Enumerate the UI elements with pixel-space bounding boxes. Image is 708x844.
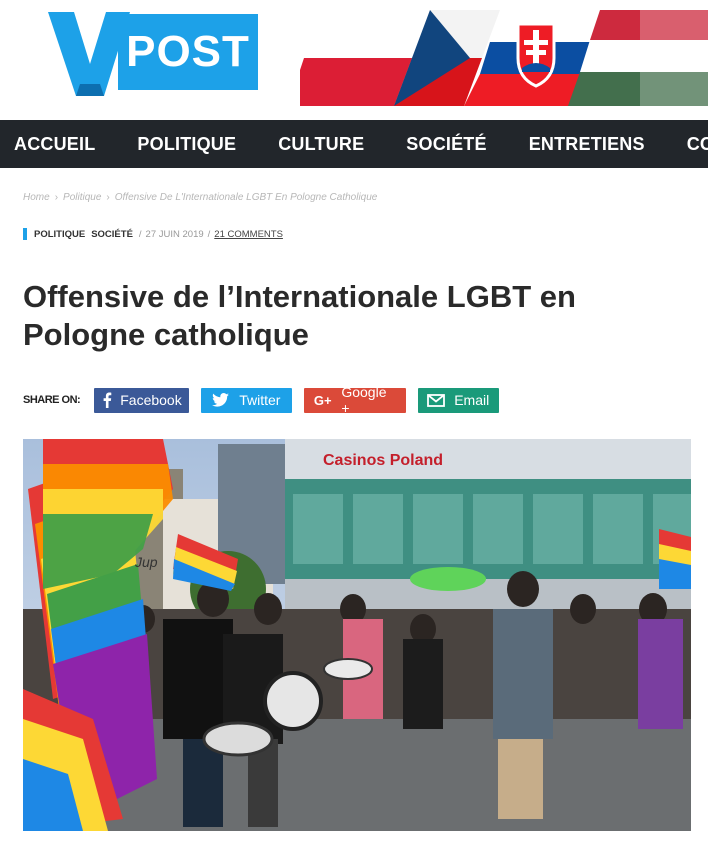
nav-item-societe[interactable]: SOCIÉTÉ: [385, 134, 507, 155]
nav-item-politique[interactable]: POLITIQUE: [116, 134, 257, 155]
pride-march-illustration: Casinos Poland Jup: [23, 439, 691, 831]
meta-separator: /: [138, 228, 142, 240]
share-twitter-label: Twitter: [239, 392, 281, 408]
main-nav: ACCUEIL POLITIQUE CULTURE SOCIÉTÉ ENTRET…: [0, 120, 708, 168]
breadcrumb-home[interactable]: Home: [23, 192, 50, 203]
logo-post-box: POST: [118, 14, 258, 90]
breadcrumb-separator-icon: ›: [54, 192, 59, 203]
post-meta: POLITIQUE SOCIÉTÉ / 27 JUIN 2019 / 21 CO…: [23, 228, 283, 240]
breadcrumb-current: Offensive De L'Internationale LGBT En Po…: [114, 192, 378, 203]
share-email-label: Email: [454, 392, 490, 408]
shop-sign: Jup: [134, 554, 158, 570]
site-logo[interactable]: POST: [48, 12, 258, 96]
share-bar: SHARE ON: Facebook Twitter G+ Google + E…: [23, 384, 511, 416]
article-title: Offensive de l’Internationale LGBT en Po…: [23, 279, 576, 352]
share-google-label: Google +: [341, 384, 387, 416]
category-marker: [23, 228, 27, 240]
breadcrumb-section[interactable]: Politique: [63, 192, 101, 203]
share-label: SHARE ON:: [23, 394, 81, 406]
share-google-button[interactable]: G+ Google +: [304, 384, 407, 416]
article-featured-image[interactable]: Casinos Poland Jup: [23, 439, 691, 831]
post-date: 27 JUIN 2019: [145, 228, 204, 240]
google-plus-icon: G+: [313, 392, 332, 408]
breadcrumb-separator-icon: ›: [106, 192, 110, 203]
envelope-icon: [426, 393, 446, 407]
twitter-icon: [209, 393, 231, 407]
v4-flags-banner: [300, 10, 708, 106]
category-link-societe[interactable]: SOCIÉTÉ: [91, 229, 133, 240]
meta-separator: /: [207, 228, 211, 240]
nav-item-culture[interactable]: CULTURE: [257, 134, 385, 155]
share-facebook-button[interactable]: Facebook: [94, 387, 190, 413]
category-link-politique[interactable]: POLITIQUE: [34, 229, 85, 240]
nav-item-entretiens[interactable]: ENTRETIENS: [508, 134, 666, 155]
logo-text: POST: [126, 27, 250, 76]
site-header: POST: [0, 0, 708, 120]
rainbow-flag-right: [659, 529, 691, 589]
nav-item-truncated[interactable]: CO: [666, 134, 708, 155]
share-email-button[interactable]: Email: [418, 387, 500, 413]
share-facebook-label: Facebook: [120, 392, 182, 408]
share-twitter-button[interactable]: Twitter: [201, 387, 293, 413]
nav-item-accueil[interactable]: ACCUEIL: [0, 134, 116, 155]
comments-link[interactable]: 21 COMMENTS: [214, 229, 283, 240]
facebook-icon: [102, 392, 112, 408]
casino-sign: Casinos Poland: [323, 452, 443, 469]
breadcrumb: Home › Politique › Offensive De L'Intern…: [23, 192, 377, 203]
